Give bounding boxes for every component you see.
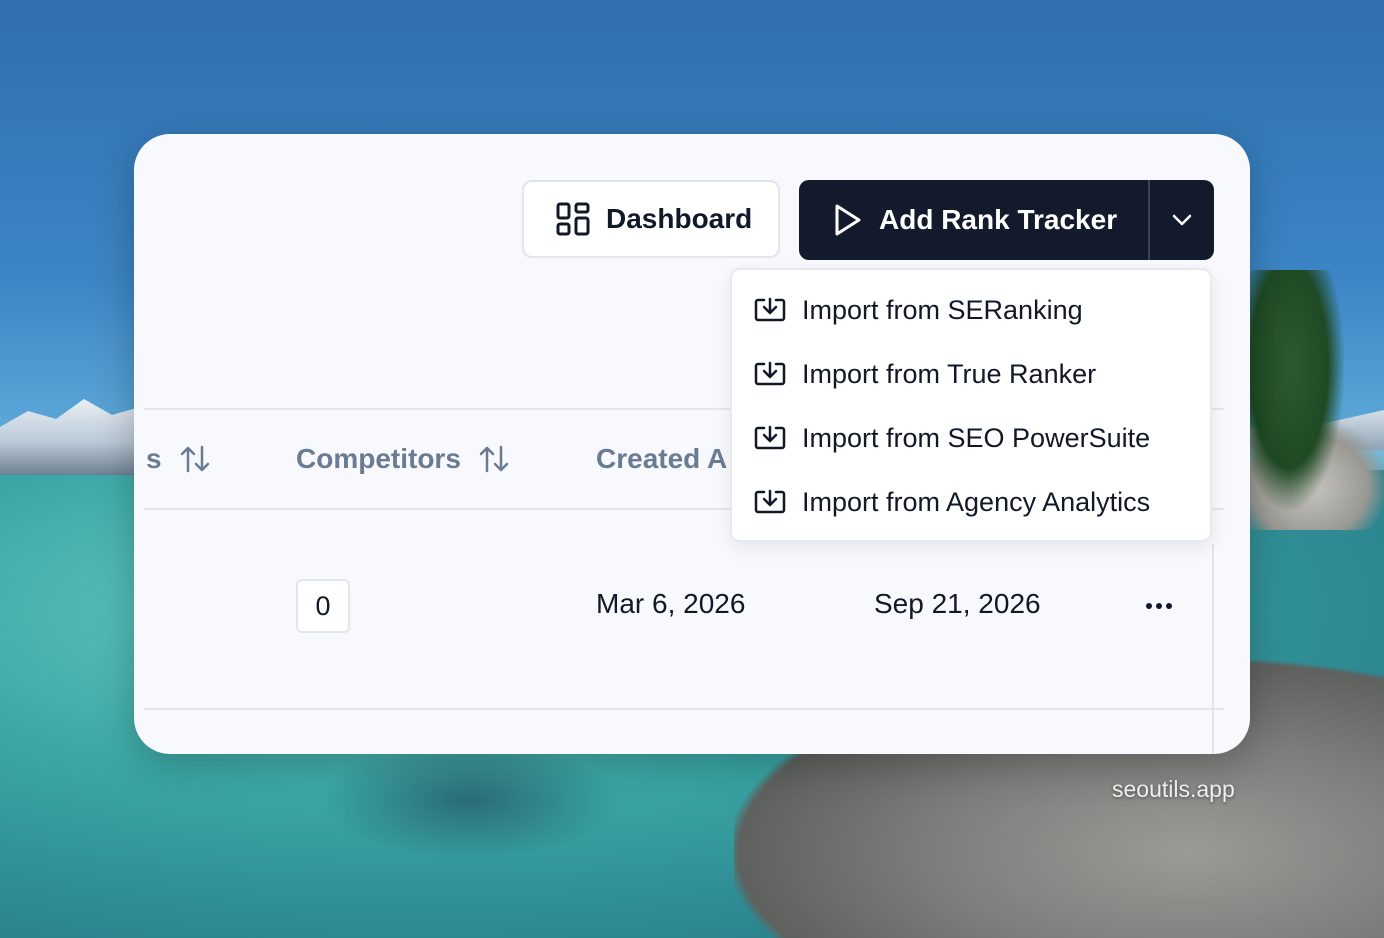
- column-header-partial[interactable]: s: [146, 410, 210, 508]
- mountains-left: [0, 399, 140, 475]
- watermark: seoutils.app: [1112, 776, 1235, 802]
- chevron-down-icon: [1172, 214, 1192, 226]
- sort-arrows-icon[interactable]: [479, 445, 509, 473]
- column-header-competitors[interactable]: Competitors: [296, 410, 509, 508]
- download-box-icon: [754, 297, 786, 323]
- menu-item-import-seranking[interactable]: Import from SERanking: [754, 286, 1083, 334]
- dashboard-button[interactable]: Dashboard: [522, 180, 780, 258]
- grid-layout-icon: [556, 202, 590, 236]
- column-header-created-at[interactable]: Created A: [596, 410, 727, 508]
- created-date: Mar 6, 2026: [596, 588, 746, 619]
- pine-trees: [1234, 270, 1344, 510]
- expires-date: Sep 21, 2026: [874, 588, 1041, 619]
- competitors-count-badge: 0: [296, 579, 350, 633]
- water-shadow: [320, 740, 620, 860]
- menu-item-import-true-ranker[interactable]: Import from True Ranker: [754, 350, 1096, 398]
- menu-item-import-seo-powersuite[interactable]: Import from SEO PowerSuite: [754, 414, 1150, 462]
- more-horizontal-icon[interactable]: [1142, 590, 1176, 622]
- download-box-icon: [754, 425, 786, 451]
- sort-arrows-icon[interactable]: [180, 445, 210, 473]
- menu-item-import-agency-analytics[interactable]: Import from Agency Analytics: [754, 478, 1150, 526]
- dashboard-button-label: Dashboard: [606, 203, 753, 234]
- add-options-toggle[interactable]: [1150, 180, 1214, 260]
- add-rank-tracker-button[interactable]: Add Rank Tracker: [799, 180, 1149, 260]
- import-dropdown-menu: Import from SERanking Import from True R…: [730, 268, 1212, 542]
- download-box-icon: [754, 361, 786, 387]
- table-edge: [1212, 544, 1214, 754]
- play-icon: [833, 203, 863, 237]
- app-card: Dashboard Add Rank Tracker s Competitors…: [134, 134, 1250, 754]
- add-rank-tracker-label: Add Rank Tracker: [879, 204, 1118, 235]
- download-box-icon: [754, 489, 786, 515]
